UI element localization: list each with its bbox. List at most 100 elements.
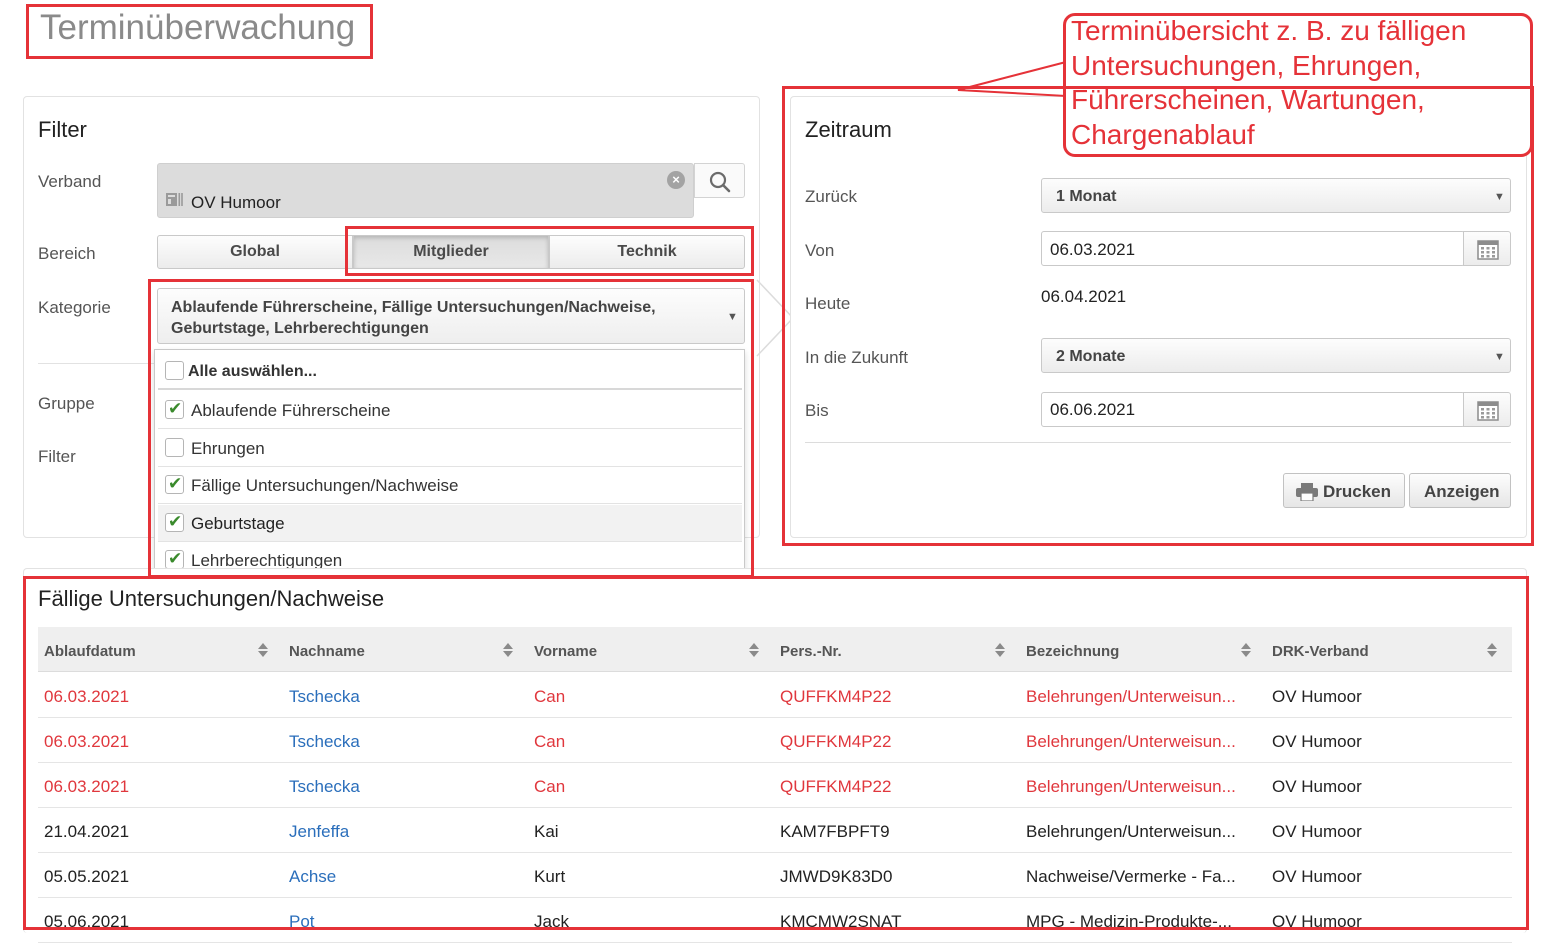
cell-vorname: Kai <box>534 822 559 841</box>
cell-persnr: KMCMW2SNAT <box>780 912 902 931</box>
column-header-nachname[interactable]: Nachname <box>289 643 365 660</box>
table-row[interactable]: 21.04.2021 Jenfeffa Kai KAM7FBPFT9 Belehrung… <box>38 808 1512 853</box>
callout-line: Terminübersicht z. B. zu fälligen <box>1071 15 1467 46</box>
cell-vorname: Can <box>534 732 566 751</box>
cell-ablaufdatum: 06.03.2021 <box>44 732 130 751</box>
kategorie-option[interactable]: Ehrungen <box>158 430 742 467</box>
column-header-drk-verband[interactable]: DRK-Verband <box>1272 643 1369 660</box>
table-row[interactable]: 06.03.2021 Tschecka Can QUFFKM4P22 Belehrung… <box>38 718 1512 763</box>
page-title: Terminüberwachung <box>40 8 356 47</box>
cell-bezeichnung: Nachweise/Vermerke - Fa... <box>1026 867 1236 886</box>
kategorie-label: Kategorie <box>38 298 111 317</box>
checkmark-icon: ✔ <box>168 512 183 531</box>
cell-ablaufdatum: 06.03.2021 <box>44 777 130 796</box>
cell-bezeichnung: Belehrungen/Unterweisun... <box>1026 732 1236 751</box>
bereich-global-button[interactable]: Global <box>157 235 353 269</box>
bereich-mitglieder-button[interactable]: Mitglieder <box>353 235 549 269</box>
von-value: 06.03.2021 <box>1050 240 1136 259</box>
checkbox-icon[interactable]: ✔ <box>165 549 184 569</box>
print-label: Drucken <box>1323 482 1392 501</box>
checkmark-icon: ✔ <box>168 474 183 493</box>
cell-ablaufdatum: 05.05.2021 <box>44 867 130 886</box>
verband-search-button[interactable] <box>694 163 745 198</box>
select-all-option[interactable]: Alle auswählen... <box>158 353 742 390</box>
sort-icon[interactable] <box>502 641 514 659</box>
organization-icon <box>166 193 183 206</box>
column-header-bezeichnung[interactable]: Bezeichnung <box>1026 643 1119 660</box>
checkbox-icon[interactable]: ✔ <box>165 512 184 532</box>
bereich-technik-button[interactable]: Technik <box>549 235 745 269</box>
checkmark-icon: ✔ <box>168 549 183 568</box>
kategorie-option[interactable]: ✔ Geburtstage <box>158 505 742 542</box>
cell-persnr: QUFFKM4P22 <box>780 732 892 751</box>
cell-drk-verband: OV Humoor <box>1272 777 1362 796</box>
column-header-vorname[interactable]: Vorname <box>534 643 597 660</box>
von-calendar-button[interactable] <box>1463 231 1511 266</box>
von-label: Von <box>805 241 835 260</box>
zukunft-value: 2 Monate <box>1056 348 1126 365</box>
checkbox-icon[interactable] <box>165 438 184 457</box>
table-row[interactable]: 06.03.2021 Tschecka Can QUFFKM4P22 Belehrung… <box>38 763 1512 808</box>
column-header-ablaufdatum[interactable]: Ablaufdatum <box>44 643 136 660</box>
sort-icon[interactable] <box>748 641 760 659</box>
verband-label: Verband <box>38 172 102 191</box>
filter-title: Filter <box>38 117 87 142</box>
cell-nachname[interactable]: Tschecka <box>289 732 519 752</box>
zeitraum-title: Zeitraum <box>805 117 892 142</box>
print-button[interactable]: Drucken <box>1283 473 1405 508</box>
bis-value: 06.06.2021 <box>1050 400 1136 419</box>
cell-bezeichnung: Belehrungen/Unterweisun... <box>1026 822 1236 841</box>
kategorie-option[interactable]: ✔ Fällige Untersuchungen/Nachweise <box>158 467 742 504</box>
kategorie-option[interactable]: ✔ Ablaufende Führerscheine <box>158 392 742 429</box>
show-button[interactable]: Anzeigen <box>1409 473 1511 508</box>
zurueck-value: 1 Monat <box>1056 188 1117 205</box>
cell-drk-verband: OV Humoor <box>1272 912 1362 931</box>
cell-persnr: JMWD9K83D0 <box>780 867 893 886</box>
zukunft-label: In die Zukunft <box>805 348 909 367</box>
show-label: Anzeigen <box>1424 482 1500 501</box>
heute-value: 06.04.2021 <box>1041 287 1127 306</box>
column-header-persnr[interactable]: Pers.-Nr. <box>780 643 842 660</box>
cell-drk-verband: OV Humoor <box>1272 732 1362 751</box>
sort-icon[interactable] <box>257 641 269 659</box>
cell-persnr: QUFFKM4P22 <box>780 687 892 706</box>
checkbox-icon[interactable]: ✔ <box>165 399 184 419</box>
cell-vorname: Kurt <box>534 867 566 886</box>
gruppe-label: Gruppe <box>38 394 95 413</box>
cell-persnr: QUFFKM4P22 <box>780 777 892 796</box>
sort-icon[interactable] <box>1486 641 1498 659</box>
callout-line: Untersuchungen, Ehrungen, <box>1071 49 1422 81</box>
bis-calendar-button[interactable] <box>1463 392 1511 427</box>
cell-nachname[interactable]: Achse <box>289 867 519 887</box>
table-row[interactable]: 05.06.2021 Pot Jack KMCMW2SNAT MPG - Medizin… <box>38 898 1512 943</box>
verband-value: OV Humoor <box>191 193 281 212</box>
cell-nachname[interactable]: Jenfeffa <box>289 822 519 842</box>
printer-icon <box>1296 483 1318 501</box>
filter-label: Filter <box>38 447 76 466</box>
cell-bezeichnung: Belehrungen/Unterweisun... <box>1026 777 1236 796</box>
heute-label: Heute <box>805 294 851 313</box>
checkbox-icon[interactable]: ✔ <box>165 474 184 494</box>
table-row[interactable]: 06.03.2021 Tschecka Can QUFFKM4P22 Belehrung… <box>38 673 1512 718</box>
cell-bezeichnung: Belehrungen/Unterweisun... <box>1026 687 1236 706</box>
cell-persnr: KAM7FBPFT9 <box>780 822 890 841</box>
chevron-down-icon: ▼ <box>1494 351 1505 363</box>
callout-line: Führerscheinen, Wartungen, <box>1071 84 1425 115</box>
sort-icon[interactable] <box>1240 641 1252 659</box>
zurueck-label: Zurück <box>805 187 857 206</box>
kategorie-dropdown: Alle auswählen... ✔ Ablaufende Führersch… <box>154 349 745 579</box>
cell-nachname[interactable]: Tschecka <box>289 687 519 707</box>
table-row[interactable]: 05.05.2021 Achse Kurt JMWD9K83D0 Nachweise/V… <box>38 853 1512 898</box>
bereich-label: Bereich <box>38 244 96 263</box>
chevron-down-icon: ▼ <box>1494 191 1505 203</box>
chevron-down-icon: ▼ <box>727 311 738 323</box>
clear-icon[interactable]: × <box>667 171 685 189</box>
table-header: Ablaufdatum Nachname Vorname Pers.-Nr. B… <box>38 627 1512 672</box>
kategorie-value: Ablaufende Führerscheine, Fällige Unters… <box>171 299 656 337</box>
cell-nachname[interactable]: Pot <box>289 912 519 932</box>
checkbox-icon[interactable] <box>165 361 184 380</box>
cell-nachname[interactable]: Tschecka <box>289 777 519 797</box>
sort-icon[interactable] <box>994 641 1006 659</box>
cell-ablaufdatum: 05.06.2021 <box>44 912 130 931</box>
cell-drk-verband: OV Humoor <box>1272 867 1362 886</box>
